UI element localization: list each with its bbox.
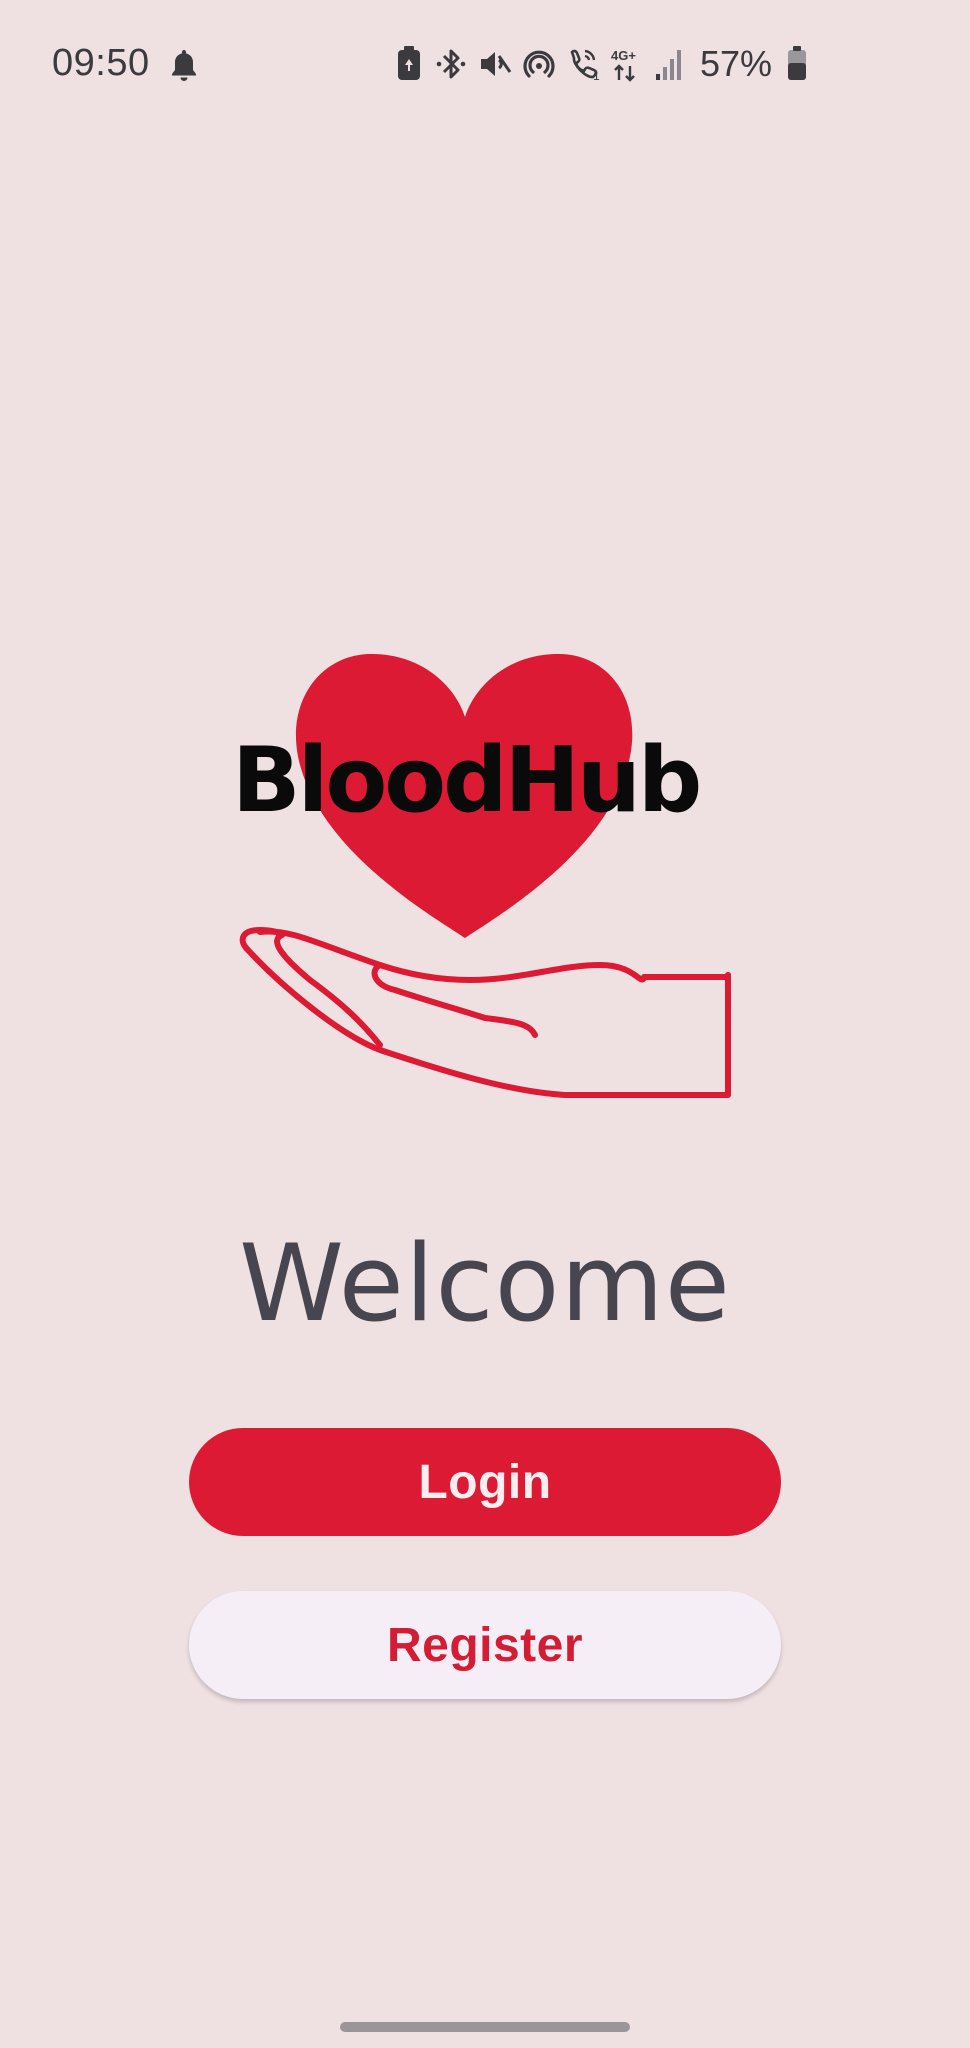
battery-icon xyxy=(788,46,807,80)
bell-icon xyxy=(172,50,196,81)
hand-icon xyxy=(239,927,731,1098)
navigation-handle[interactable] xyxy=(340,2022,630,2032)
welcome-heading: Welcome xyxy=(239,1222,731,1345)
logo: BloodHub xyxy=(230,640,740,1110)
signal-icon xyxy=(656,50,681,80)
register-button[interactable]: Register xyxy=(189,1591,781,1699)
login-button[interactable]: Login xyxy=(189,1428,781,1536)
network-4g-icon: 4G+ xyxy=(611,48,636,82)
network-label: 4G+ xyxy=(611,48,636,63)
wifi-calling-icon: 1 xyxy=(570,49,600,82)
brand-name: BloodHub xyxy=(232,728,702,833)
battery-percent: 57% xyxy=(700,43,773,84)
sim-slot-label: 1 xyxy=(593,69,600,82)
status-icons: 1 4G+ 57% xyxy=(394,43,812,84)
logo-graphic xyxy=(239,653,731,1098)
hotspot-icon xyxy=(523,50,555,78)
bluetooth-icon xyxy=(436,49,466,79)
mute-icon xyxy=(481,52,512,76)
battery-saver-icon xyxy=(398,46,420,80)
status-bar: 09:50 1 4G+ 57% xyxy=(0,0,970,130)
status-time: 09:50 xyxy=(52,42,150,84)
